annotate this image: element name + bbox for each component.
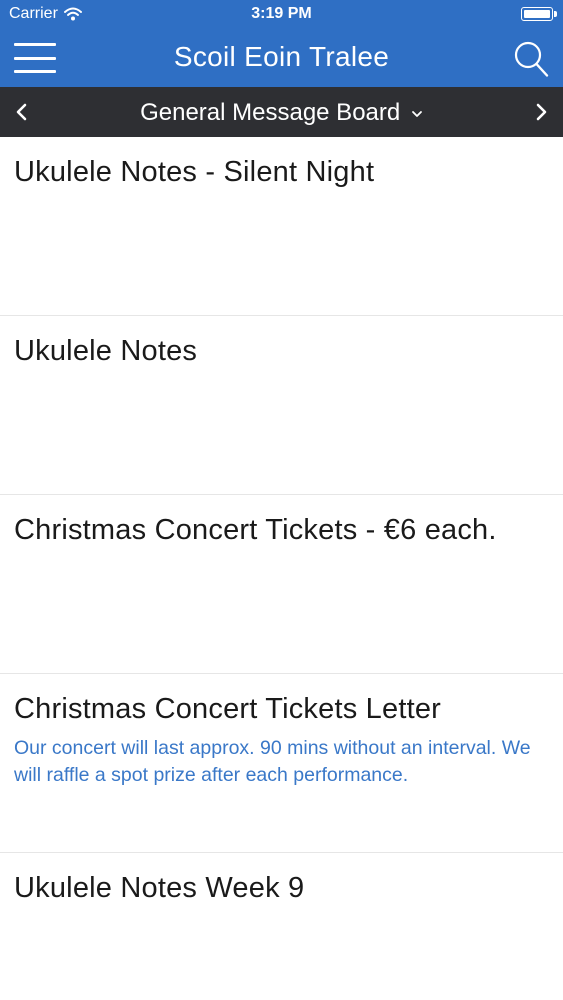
battery-icon [521, 7, 557, 21]
search-icon[interactable] [513, 40, 549, 78]
message-title: Christmas Concert Tickets - €6 each. [14, 514, 497, 546]
message-title: Christmas Concert Tickets Letter [14, 693, 442, 725]
message-list: Ukulele Notes - Silent Night Ukulele Not… [0, 137, 563, 1000]
message-snippet: Our concert will last approx. 90 mins wi… [14, 737, 531, 786]
status-bar: Carrier 3:19 PM [0, 0, 563, 30]
status-time: 3:19 PM [251, 5, 312, 22]
board-bar: General Message Board [0, 87, 563, 137]
message-title: Ukulele Notes [14, 335, 198, 367]
message-item[interactable]: Ukulele Notes [0, 316, 563, 495]
nav-bar: Scoil Eoin Tralee [0, 30, 563, 87]
app-title: Scoil Eoin Tralee [173, 41, 390, 72]
message-item[interactable]: Ukulele Notes - Silent Night [0, 137, 563, 316]
app-header: Carrier 3:19 PM Scoil Eoin Tralee [0, 0, 563, 87]
message-title: Ukulele Notes - Silent Night [14, 156, 375, 188]
message-title: Ukulele Notes Week 9 [14, 872, 305, 904]
chevron-right-icon[interactable] [527, 98, 555, 126]
message-item[interactable]: Ukulele Notes Week 9 [0, 853, 563, 1000]
chevron-down-icon [412, 110, 422, 117]
message-item[interactable]: Christmas Concert Tickets Letter Our con… [0, 674, 563, 853]
board-selector-label: General Message Board [140, 99, 401, 126]
message-item[interactable]: Christmas Concert Tickets - €6 each. [0, 495, 563, 674]
board-selector[interactable]: General Message Board [0, 99, 563, 127]
